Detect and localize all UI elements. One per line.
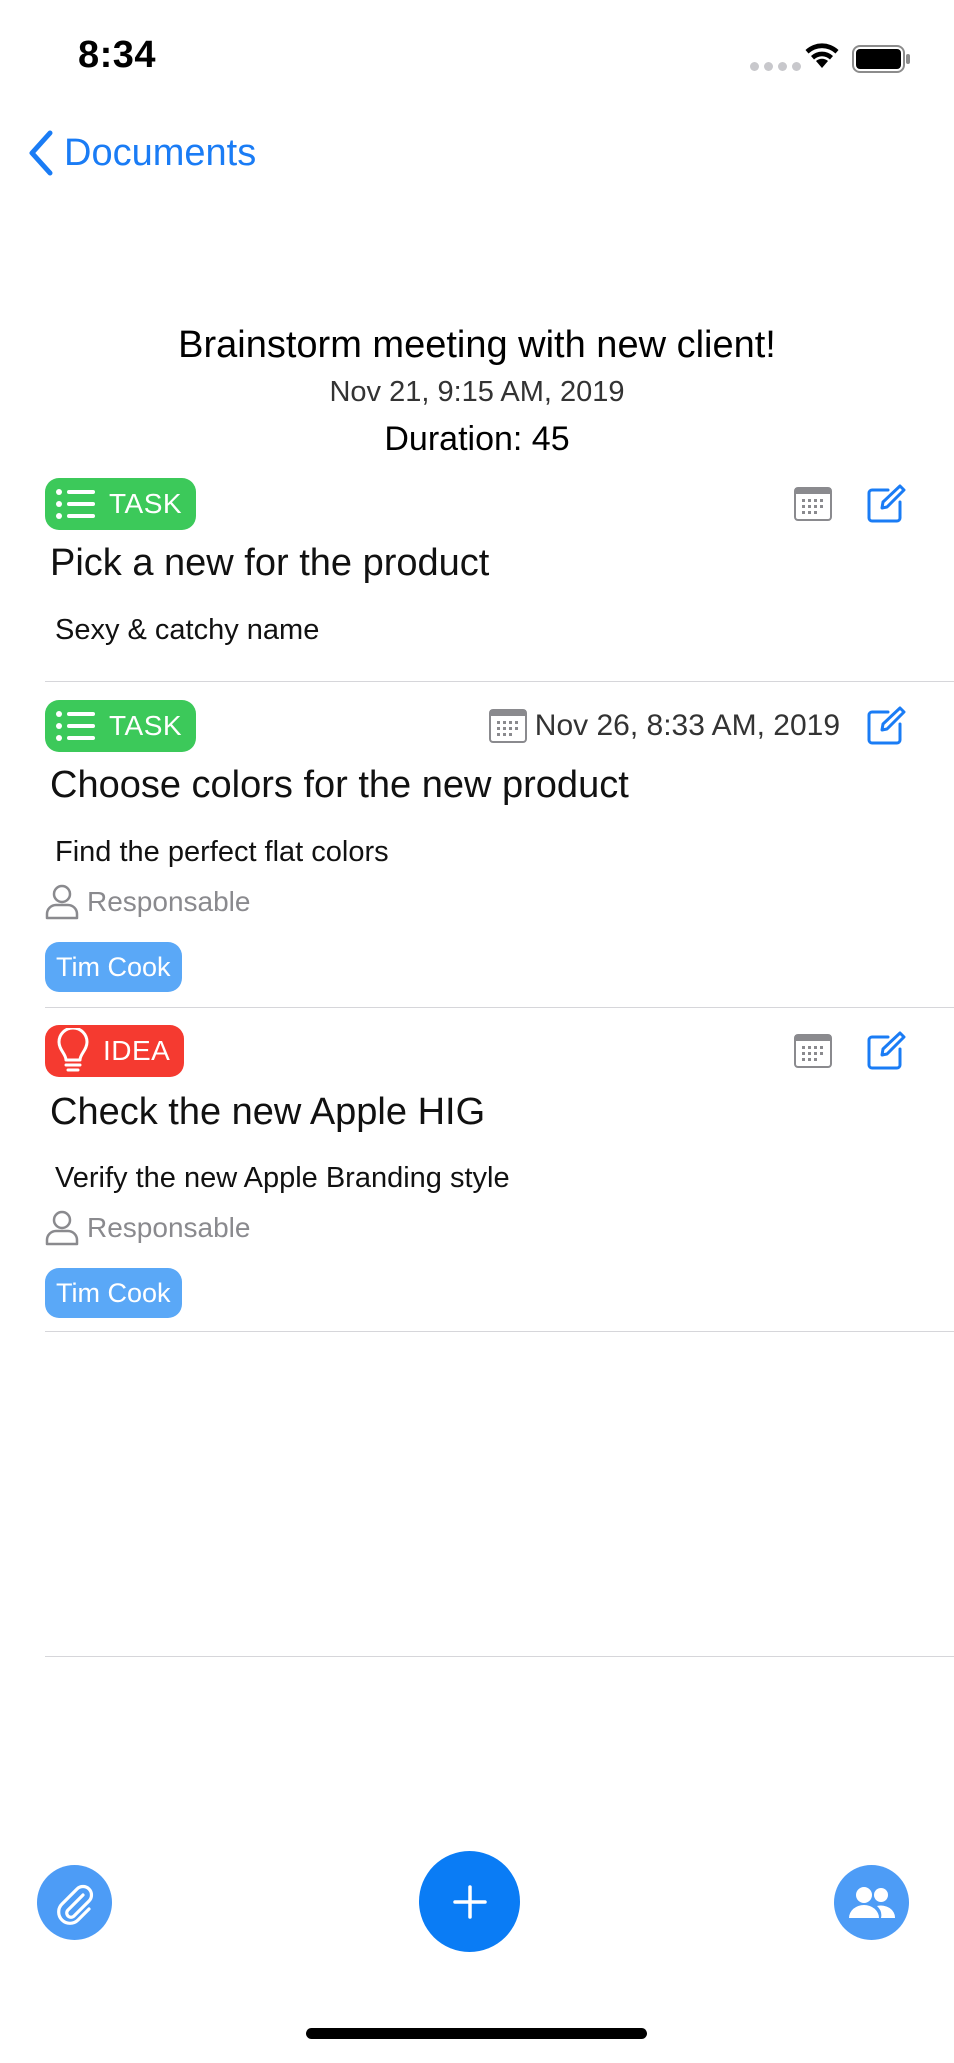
edit-button[interactable] bbox=[866, 1031, 906, 1071]
plus-icon bbox=[452, 1884, 487, 1919]
item-description: Find the perfect flat colors bbox=[55, 836, 389, 868]
status-time: 8:34 bbox=[78, 34, 157, 76]
edit-button[interactable] bbox=[866, 484, 906, 524]
back-button[interactable]: Documents bbox=[28, 126, 256, 180]
task-badge: TASK bbox=[45, 478, 197, 530]
badge-label: TASK bbox=[109, 710, 183, 741]
compose-icon bbox=[867, 1031, 906, 1070]
edit-button[interactable] bbox=[866, 706, 906, 746]
home-indicator bbox=[306, 2028, 647, 2039]
badge-label: IDEA bbox=[103, 1035, 171, 1066]
assignee-chip[interactable]: Tim Cook bbox=[45, 942, 182, 992]
chevron-left-icon bbox=[29, 130, 53, 176]
card-actions: Nov 26, 8:33 AM, 2019 bbox=[488, 700, 906, 752]
paperclip-icon bbox=[56, 1884, 93, 1925]
compose-icon bbox=[867, 706, 906, 745]
card-actions bbox=[794, 478, 906, 530]
wifi-icon bbox=[805, 43, 839, 68]
meeting-date: Nov 21, 9:15 AM, 2019 bbox=[329, 376, 625, 408]
calendar-icon bbox=[794, 1034, 832, 1068]
person-icon bbox=[45, 1210, 79, 1246]
responsable-row: Responsable bbox=[45, 1210, 250, 1246]
calendar-button[interactable]: Nov 26, 8:33 AM, 2019 bbox=[488, 709, 840, 743]
badge-label: TASK bbox=[109, 488, 183, 519]
item-description: Verify the new Apple Branding style bbox=[55, 1162, 510, 1194]
task-badge: TASK bbox=[45, 700, 197, 752]
assignee-chip[interactable]: Tim Cook bbox=[45, 1268, 182, 1318]
cellular-signal-icon bbox=[750, 62, 801, 71]
calendar-button[interactable] bbox=[794, 487, 840, 521]
people-icon bbox=[848, 1886, 895, 1918]
meeting-duration: Duration: 45 bbox=[384, 420, 570, 458]
divider bbox=[45, 1656, 954, 1657]
responsable-row: Responsable bbox=[45, 884, 250, 920]
list-item[interactable]: TASK Pick a new for the product Sexy & c… bbox=[45, 476, 954, 682]
calendar-icon bbox=[488, 709, 527, 743]
battery-icon bbox=[852, 45, 910, 73]
item-title: Choose colors for the new product bbox=[50, 764, 629, 806]
back-button-label: Documents bbox=[64, 131, 257, 174]
item-date: Nov 26, 8:33 AM, 2019 bbox=[534, 709, 840, 742]
person-icon bbox=[45, 884, 79, 920]
list-item[interactable]: IDEA Check the new Apple HIG Verify the … bbox=[45, 1023, 954, 1332]
card-actions bbox=[794, 1025, 906, 1077]
meeting-header: Brainstorm meeting with new client! Nov … bbox=[0, 318, 954, 464]
responsable-label: Responsable bbox=[87, 886, 251, 917]
list-item[interactable]: TASK Nov 26, 8:33 AM, 2019 Choose colors… bbox=[45, 698, 954, 1008]
idea-badge: IDEA bbox=[45, 1025, 185, 1077]
add-button[interactable] bbox=[419, 1851, 520, 1952]
list-icon bbox=[56, 711, 95, 741]
participants-button[interactable] bbox=[834, 1865, 909, 1940]
list-icon bbox=[56, 489, 95, 519]
attach-button[interactable] bbox=[37, 1865, 112, 1940]
item-title: Pick a new for the product bbox=[50, 542, 490, 584]
item-description: Sexy & catchy name bbox=[55, 614, 320, 646]
item-title: Check the new Apple HIG bbox=[50, 1091, 486, 1133]
status-bar: 8:34 bbox=[0, 0, 954, 110]
compose-icon bbox=[867, 484, 906, 523]
responsable-label: Responsable bbox=[87, 1212, 251, 1243]
lightbulb-icon bbox=[57, 1028, 89, 1072]
calendar-button[interactable] bbox=[794, 1034, 840, 1068]
calendar-icon bbox=[794, 487, 832, 521]
meeting-title: Brainstorm meeting with new client! bbox=[178, 324, 776, 366]
